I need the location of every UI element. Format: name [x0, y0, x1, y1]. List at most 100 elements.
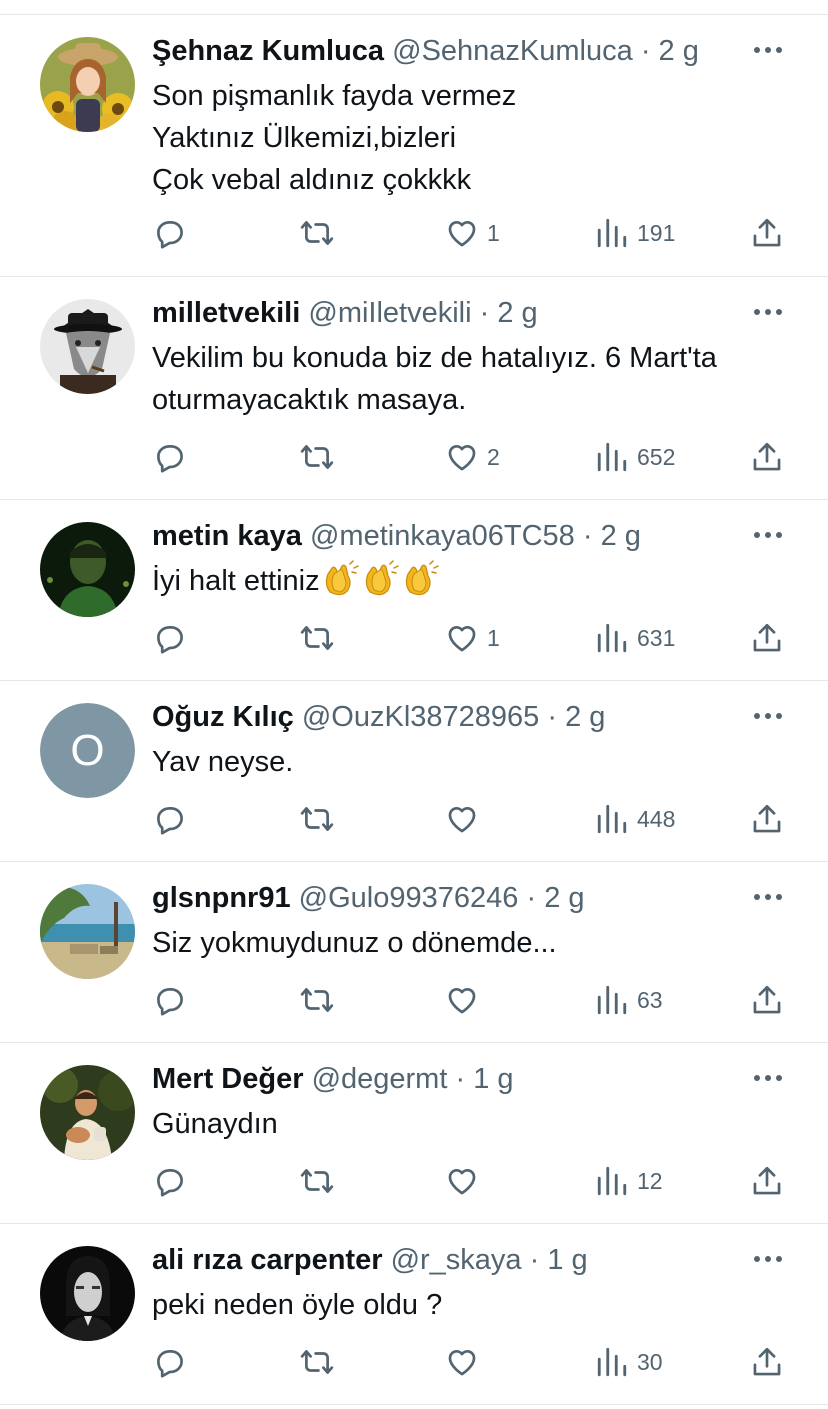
- heart-icon: [448, 444, 476, 471]
- tweet-text-line: Çok vebal aldınız çokkkk: [152, 164, 472, 196]
- author-handle[interactable]: @OuzKl38728965: [302, 701, 539, 733]
- tweet[interactable]: O Oğuz Kılıç @OuzKl38728965 · 2 g Yav ne…: [0, 681, 828, 862]
- retweet-button[interactable]: [300, 213, 334, 253]
- timestamp[interactable]: 2 g: [544, 882, 584, 914]
- more-options-button[interactable]: [748, 701, 788, 731]
- views-button[interactable]: 30: [595, 1342, 663, 1382]
- more-dots-icon: [754, 532, 782, 538]
- like-count: 1: [487, 624, 500, 651]
- views-button[interactable]: 631: [595, 618, 675, 658]
- timestamp[interactable]: 2 g: [601, 520, 641, 552]
- retweet-button[interactable]: [300, 980, 334, 1020]
- share-button[interactable]: [750, 1342, 784, 1382]
- retweet-button[interactable]: [300, 1342, 334, 1382]
- reply-button[interactable]: [152, 980, 186, 1020]
- more-options-button[interactable]: [748, 1244, 788, 1274]
- reply-button[interactable]: [152, 437, 186, 477]
- avatar[interactable]: [40, 37, 135, 132]
- timestamp[interactable]: 1 g: [473, 1063, 513, 1095]
- author-name[interactable]: Oğuz Kılıç: [152, 701, 294, 733]
- avatar[interactable]: [40, 1065, 135, 1160]
- avatar[interactable]: [40, 522, 135, 617]
- views-button[interactable]: 63: [595, 980, 663, 1020]
- avatar[interactable]: [40, 884, 135, 979]
- tweet-text-line: peki neden öyle oldu ?: [152, 1289, 443, 1321]
- tweet[interactable]: glsnpnr91 @Gulo99376246 · 2 g Siz yokmuy…: [0, 862, 828, 1043]
- timestamp[interactable]: 2 g: [565, 701, 605, 733]
- reply-button[interactable]: [152, 1161, 186, 1201]
- author-name[interactable]: milletvekili: [152, 297, 300, 329]
- retweet-button[interactable]: [300, 437, 334, 477]
- retweet-button[interactable]: [300, 1161, 334, 1201]
- author-handle[interactable]: @SehnazKumluca: [392, 35, 633, 67]
- more-options-button[interactable]: [748, 1063, 788, 1093]
- retweet-icon: [300, 1350, 334, 1374]
- views-button[interactable]: 191: [595, 213, 675, 253]
- more-options-button[interactable]: [748, 520, 788, 550]
- tweet-text: İyi halt ettiniz: [152, 560, 792, 602]
- share-icon: [753, 1166, 781, 1195]
- like-button[interactable]: 1: [445, 213, 500, 253]
- reply-icon: [157, 221, 183, 249]
- share-button[interactable]: [750, 1161, 784, 1201]
- view-count: 191: [637, 219, 676, 246]
- author-handle[interactable]: @Gulo99376246: [299, 882, 519, 914]
- like-button[interactable]: 1: [445, 618, 500, 658]
- reply-button[interactable]: [152, 1342, 186, 1382]
- reply-button[interactable]: [152, 618, 186, 658]
- reply-icon: [157, 988, 183, 1016]
- author-name[interactable]: Mert Değer: [152, 1063, 304, 1095]
- author-name[interactable]: glsnpnr91: [152, 882, 291, 914]
- avatar[interactable]: [40, 299, 135, 394]
- action-bar: 1 631: [0, 618, 828, 658]
- author-handle[interactable]: @degermt: [312, 1063, 448, 1095]
- retweet-button[interactable]: [300, 799, 334, 839]
- tweet-header: glsnpnr91 @Gulo99376246 · 2 g: [152, 880, 585, 916]
- tweet[interactable]: milletvekili @miIletvekili · 2 g Vekilim…: [0, 277, 828, 500]
- share-button[interactable]: [750, 799, 784, 839]
- retweet-button[interactable]: [300, 618, 334, 658]
- timestamp[interactable]: 2 g: [659, 35, 699, 67]
- share-button[interactable]: [750, 213, 784, 253]
- more-options-button[interactable]: [748, 35, 788, 65]
- views-button[interactable]: 448: [595, 799, 675, 839]
- author-handle[interactable]: @r_skaya: [391, 1244, 522, 1276]
- reply-button[interactable]: [152, 213, 186, 253]
- like-button[interactable]: [445, 1342, 487, 1382]
- reply-button[interactable]: [152, 799, 186, 839]
- more-options-button[interactable]: [748, 882, 788, 912]
- tweet-text-line: Yaktınız Ülkemizi,bizleri: [152, 122, 457, 154]
- author-name[interactable]: Şehnaz Kumluca: [152, 35, 384, 67]
- like-button[interactable]: [445, 980, 487, 1020]
- views-button[interactable]: 652: [595, 437, 675, 477]
- author-name[interactable]: metin kaya: [152, 520, 302, 552]
- share-button[interactable]: [750, 618, 784, 658]
- retweet-icon: [300, 626, 334, 650]
- tweet[interactable]: metin kaya @metinkaya06TC58 · 2 g İyi ha…: [0, 500, 828, 681]
- share-button[interactable]: [750, 437, 784, 477]
- timestamp[interactable]: 2 g: [497, 297, 537, 329]
- avatar[interactable]: O: [40, 703, 135, 798]
- tweet[interactable]: Şehnaz Kumluca @SehnazKumluca · 2 g Son …: [0, 15, 828, 277]
- author-handle[interactable]: @metinkaya06TC58: [310, 520, 575, 552]
- author-handle[interactable]: @miIletvekili: [308, 297, 471, 329]
- like-button[interactable]: [445, 1161, 487, 1201]
- reply-icon: [157, 445, 183, 473]
- tweet[interactable]: ali rıza carpenter @r_skaya · 1 g peki n…: [0, 1224, 828, 1405]
- avatar[interactable]: [40, 1246, 135, 1341]
- heart-icon: [448, 625, 476, 652]
- view-count: 652: [637, 443, 676, 470]
- separator-dot: ·: [640, 35, 651, 67]
- timestamp[interactable]: 1 g: [547, 1244, 587, 1276]
- tweet[interactable]: Mert Değer @degermt · 1 g Günaydın 12: [0, 1043, 828, 1224]
- tweet-header: metin kaya @metinkaya06TC58 · 2 g: [152, 518, 641, 554]
- like-button[interactable]: [445, 799, 487, 839]
- author-name[interactable]: ali rıza carpenter: [152, 1244, 383, 1276]
- share-button[interactable]: [750, 980, 784, 1020]
- views-button[interactable]: 12: [595, 1161, 663, 1201]
- views-chart-icon: [597, 985, 627, 1015]
- more-options-button[interactable]: [748, 297, 788, 327]
- tweet-text: Vekilim bu konuda biz de hatalıyız. 6 Ma…: [152, 337, 792, 421]
- separator-dot: ·: [582, 520, 593, 552]
- like-button[interactable]: 2: [445, 437, 500, 477]
